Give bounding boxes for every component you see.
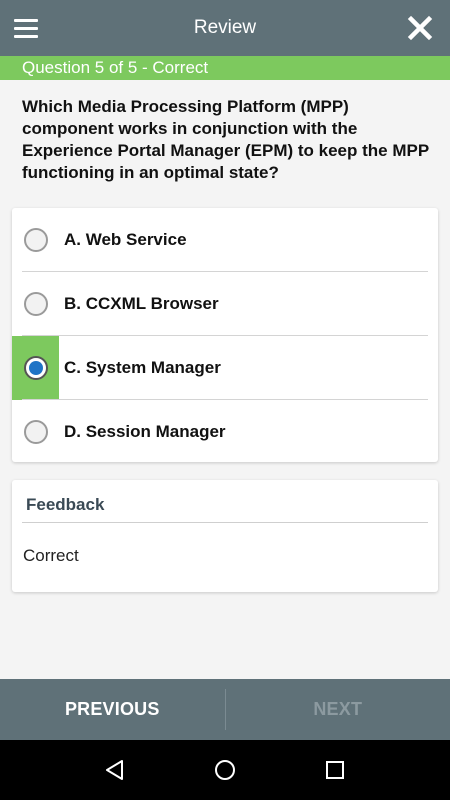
next-button[interactable]: NEXT [226,679,450,740]
radio-container [12,272,59,336]
feedback-title: Feedback [26,495,105,514]
question-text: Which Media Processing Platform (MPP) co… [22,97,429,182]
radio-container [12,208,59,272]
radio-button-selected[interactable] [23,356,48,380]
answer-option-d[interactable]: D. Session Manager [12,400,438,464]
radio-button[interactable] [23,292,48,316]
radio-container [12,400,59,464]
answer-option-a[interactable]: A. Web Service [12,208,438,272]
answer-label: D. Session Manager [64,422,226,441]
answer-option-b[interactable]: B. CCXML Browser [12,272,438,336]
radio-button[interactable] [23,228,48,252]
feedback-card: Feedback Correct [12,480,438,592]
recents-square-icon[interactable] [321,756,349,784]
answer-label: B. CCXML Browser [64,294,219,313]
answer-options-card: A. Web Service B. CCXML Browser C. Syste… [12,208,438,462]
bottom-navigation: PREVIOUS NEXT [0,679,450,740]
divider [22,522,428,523]
close-icon[interactable] [404,12,436,44]
previous-button[interactable]: PREVIOUS [0,679,225,740]
back-triangle-icon[interactable] [101,756,129,784]
system-navigation-bar [0,740,450,800]
answer-label: A. Web Service [64,230,187,249]
home-circle-icon[interactable] [211,756,239,784]
radio-container-selected [12,336,59,400]
question-status-bar: Question 5 of 5 - Correct [0,56,450,80]
hamburger-menu-icon[interactable] [14,14,44,42]
page-title: Review [193,17,257,38]
answer-option-c[interactable]: C. System Manager [12,336,438,400]
feedback-text: Correct [23,546,79,565]
radio-button[interactable] [23,420,48,444]
app-header: Review [0,0,450,56]
answer-label: C. System Manager [64,358,221,377]
